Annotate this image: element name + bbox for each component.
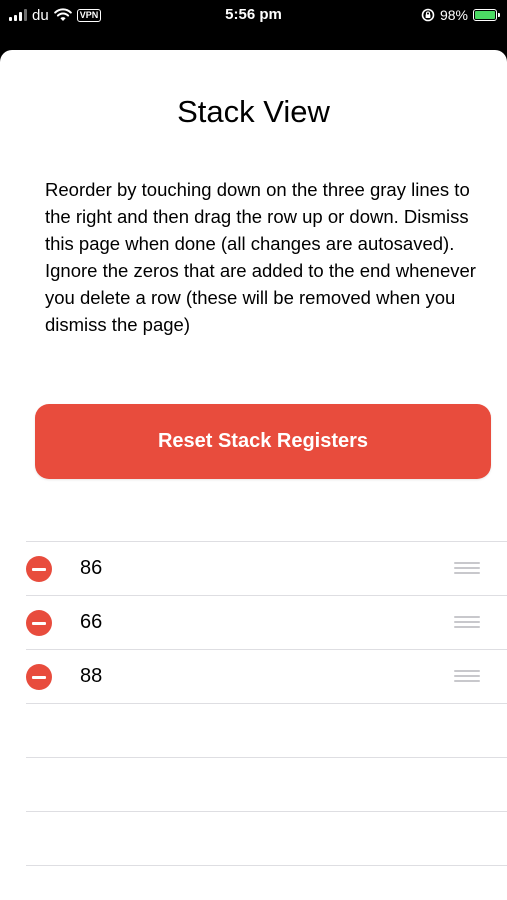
stack-row[interactable]: 86 (26, 541, 507, 595)
stack-value: 86 (80, 557, 103, 579)
stack-value: 66 (80, 611, 103, 633)
page-title: Stack View (177, 94, 330, 129)
delete-row-icon[interactable] (26, 610, 52, 636)
status-bar-right: 98% (421, 6, 500, 24)
orientation-lock-icon (421, 8, 435, 22)
reorder-handle-icon[interactable] (454, 616, 480, 630)
empty-row (26, 703, 507, 757)
stack-row[interactable]: 66 (26, 595, 507, 649)
delete-row-icon[interactable] (26, 664, 52, 690)
empty-row (26, 757, 507, 811)
reset-stack-registers-button[interactable]: Reset Stack Registers (35, 404, 491, 479)
stack-value: 88 (80, 665, 103, 687)
battery-fill (475, 11, 495, 19)
battery-charging-icon (473, 9, 500, 21)
stack-row[interactable]: 88 (26, 649, 507, 703)
stack-list: 86 66 88 (26, 541, 507, 866)
reorder-handle-icon[interactable] (454, 670, 480, 684)
status-bar: du VPN 5:56 pm 98% (0, 0, 507, 44)
battery-percent: 98% (439, 7, 468, 23)
reorder-handle-icon[interactable] (454, 562, 480, 576)
delete-row-icon[interactable] (26, 556, 52, 582)
stack-view-sheet: Stack View Reorder by touching down on t… (0, 50, 507, 900)
empty-row (26, 811, 507, 866)
instructions-text: Reorder by touching down on the three gr… (45, 179, 476, 335)
